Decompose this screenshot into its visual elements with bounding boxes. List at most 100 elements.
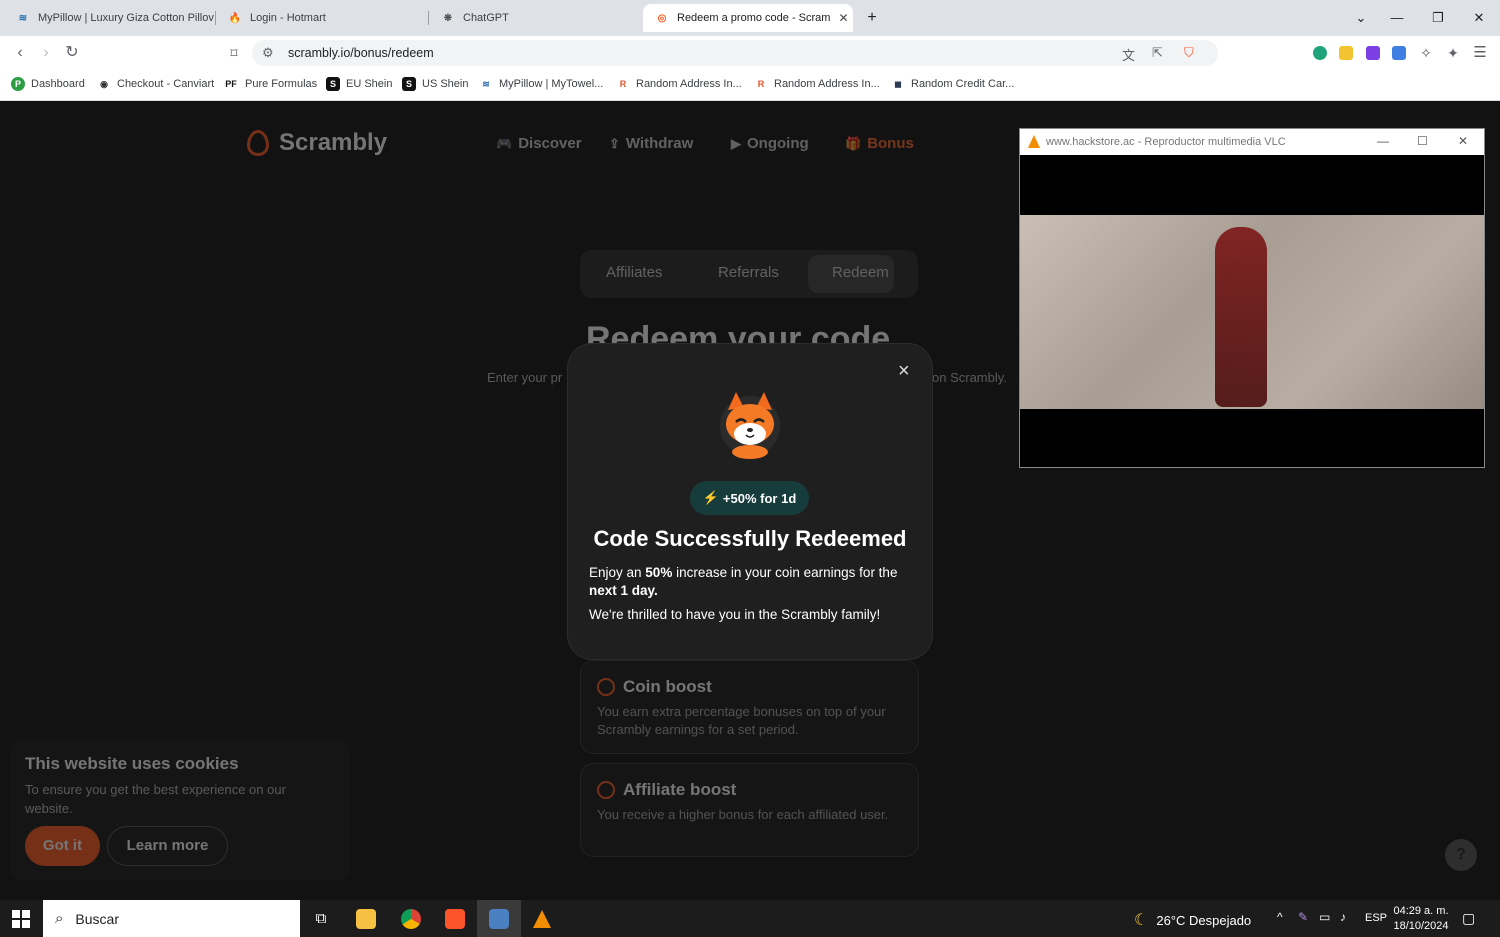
nav-ongoing[interactable]: ▶ Ongoing [731, 135, 809, 152]
chrome-button[interactable] [389, 900, 433, 937]
url-text[interactable]: scrambly.io/bonus/redeem [288, 46, 434, 60]
volume-icon[interactable]: ♪ [1340, 910, 1346, 924]
tab-redeem[interactable]: Redeem [832, 264, 889, 281]
hotmart-icon: 🔥 [228, 12, 242, 24]
boost-desc: You earn extra percentage bonuses on top… [597, 704, 886, 737]
scrambly-logo[interactable]: Scrambly [247, 129, 387, 157]
extension-card-icon[interactable] [1339, 46, 1353, 60]
tray-feather-icon[interactable]: ✎ [1298, 910, 1308, 924]
forward-icon[interactable]: › [34, 41, 58, 65]
bookmark-random-address-1[interactable]: R Random Address In... [616, 77, 742, 91]
tab-scrambly[interactable]: ◎ Redeem a promo code - Scram ✕ [643, 4, 853, 32]
notifications-icon[interactable]: ▢ [1462, 910, 1475, 927]
modal-close-icon[interactable]: × [898, 360, 910, 383]
redeem-success-modal: × ⚡ +50% for 1d Code Successfully Redeem… [568, 344, 932, 659]
nav-discover[interactable]: 🎮 Discover [496, 135, 582, 152]
weather-widget[interactable]: ☾ 26°C Despejado [1134, 910, 1251, 930]
windows-start-icon[interactable] [12, 910, 30, 928]
cookie-title: This website uses cookies [25, 754, 239, 773]
bookmark-canviart[interactable]: ◉ Checkout - Canviart [97, 77, 214, 91]
back-icon[interactable]: ‹ [8, 41, 32, 65]
brave-icon [445, 908, 465, 929]
new-tab-button[interactable]: + [860, 6, 884, 30]
bookmark-dashboard[interactable]: P Dashboard [11, 77, 85, 91]
boost-title: Coin boost [623, 677, 712, 696]
vlc-maximize-icon[interactable]: ☐ [1417, 134, 1428, 148]
close-tab-icon[interactable]: ✕ [830, 11, 848, 25]
help-button[interactable]: ? [1445, 839, 1477, 871]
translate-icon[interactable]: 文 [1122, 45, 1135, 64]
folder-icon [356, 908, 376, 929]
bookmark-mypillow[interactable]: ≋ MyPillow | MyTowel... [479, 77, 603, 91]
bookmark-random-credit-card[interactable]: ◼ Random Credit Car... [891, 77, 1014, 91]
active-app-button[interactable] [477, 900, 521, 937]
vlc-taskbar-button[interactable] [520, 900, 564, 937]
tab-affiliates[interactable]: Affiliates [606, 264, 662, 281]
language-indicator[interactable]: ESP [1365, 912, 1387, 924]
bookmarks-bar: P Dashboard ◉ Checkout - Canviart PF Pur… [0, 70, 1500, 101]
bookmark-eu-shein[interactable]: S EU Shein [326, 77, 392, 91]
bookmark-pure-formulas[interactable]: PF Pure Formulas [223, 77, 317, 91]
dashboard-bookmark-icon: P [11, 77, 25, 91]
menu-icon[interactable]: ☰ [1468, 41, 1492, 65]
bookmark-random-address-2[interactable]: R Random Address In... [754, 77, 880, 91]
task-view-button[interactable]: ⧉ [299, 900, 343, 937]
vlc-window[interactable]: www.hackstore.ac - Reproductor multimedi… [1019, 128, 1485, 468]
tab-title: Redeem a promo code - Scram [677, 12, 831, 24]
boost-badge: ⚡ +50% for 1d [690, 481, 809, 515]
scrambly-icon: ◎ [657, 12, 667, 24]
file-explorer-button[interactable] [344, 900, 388, 937]
brave-button[interactable] [433, 900, 477, 937]
extension-a-icon[interactable] [1366, 46, 1380, 60]
tab-mypillow[interactable]: ≋ MyPillow | Luxury Giza Cotton Pillov [4, 4, 214, 32]
coin-boost-card: Coin boost You earn extra percentage bon… [580, 660, 919, 754]
tab-referrals[interactable]: Referrals [718, 264, 779, 281]
cookie-learn-more-button[interactable]: Learn more [107, 826, 228, 866]
bookmark-icon[interactable]: ⌑ [222, 41, 246, 65]
random-address-bookmark-icon: R [757, 79, 765, 89]
chatgpt-icon: ❋ [443, 12, 453, 24]
nav-bonus[interactable]: 🎁 Bonus [845, 135, 914, 152]
network-icon[interactable]: ▭ [1319, 910, 1330, 924]
windows-taskbar: ⌕ Buscar ⧉ ☾ 26°C Despejado ^ ✎ ▭ ♪ ESP … [0, 900, 1500, 937]
affiliate-boost-card: Affiliate boost You receive a higher bon… [580, 763, 919, 857]
random-address-bookmark-icon: R [619, 79, 627, 89]
taskbar-clock[interactable]: 04:29 a. m. 18/10/2024 [1390, 904, 1452, 934]
vlc-minimize-icon[interactable]: — [1377, 134, 1389, 148]
restore-icon[interactable]: ❐ [1426, 6, 1450, 30]
tab-chatgpt[interactable]: ❋ ChatGPT [429, 4, 639, 32]
tray-expand-icon[interactable]: ^ [1277, 910, 1283, 924]
shein-bookmark-icon: S [326, 77, 340, 91]
canviart-bookmark-icon: ◉ [100, 78, 108, 89]
cookie-text: To ensure you get the best experience on… [25, 782, 286, 816]
tab-hotmart[interactable]: 🔥 Login - Hotmart [216, 4, 426, 32]
bookmark-us-shein[interactable]: S US Shein [402, 77, 468, 91]
video-frame[interactable] [1020, 215, 1484, 409]
pure-formulas-bookmark-icon: PF [225, 79, 237, 89]
modal-title: Code Successfully Redeemed [593, 526, 907, 551]
lightning-icon: ⚡ [702, 490, 719, 505]
search-icon: ⌕ [55, 910, 64, 927]
vlc-title-bar[interactable]: www.hackstore.ac - Reproductor multimedi… [1020, 129, 1484, 155]
taskbar-search[interactable]: ⌕ Buscar [43, 900, 300, 937]
extension-f-icon[interactable] [1392, 46, 1406, 60]
page-subtitle-left: Enter your pr [487, 370, 563, 385]
mypillow-bookmark-icon: ≋ [482, 78, 490, 89]
leo-ai-icon[interactable]: ✦ [1441, 41, 1465, 65]
coin-boost-icon [597, 678, 615, 696]
brave-shield-icon[interactable]: ⛉ [1184, 45, 1194, 61]
cookie-accept-button[interactable]: Got it [25, 826, 100, 866]
page-subtitle-right: on Scrambly. [932, 370, 1007, 385]
nav-withdraw[interactable]: ⇪ Withdraw [609, 135, 693, 152]
tab-search-icon[interactable]: ⌄ [1349, 6, 1373, 30]
minimize-icon[interactable]: — [1385, 6, 1409, 30]
extension-shield-icon[interactable] [1313, 46, 1327, 60]
vlc-close-icon[interactable]: ✕ [1458, 134, 1468, 148]
omnibox[interactable]: ⚙ scrambly.io/bonus/redeem 文 ⇱ ⛉ [252, 40, 1218, 66]
reload-icon[interactable]: ↻ [60, 41, 84, 65]
site-info-icon[interactable]: ⚙ [262, 45, 274, 61]
cookie-banner: This website uses cookies To ensure you … [10, 740, 350, 880]
close-window-icon[interactable]: ✕ [1467, 6, 1491, 30]
share-icon[interactable]: ⇱ [1152, 45, 1163, 61]
extensions-puzzle-icon[interactable]: ✧ [1414, 41, 1438, 65]
